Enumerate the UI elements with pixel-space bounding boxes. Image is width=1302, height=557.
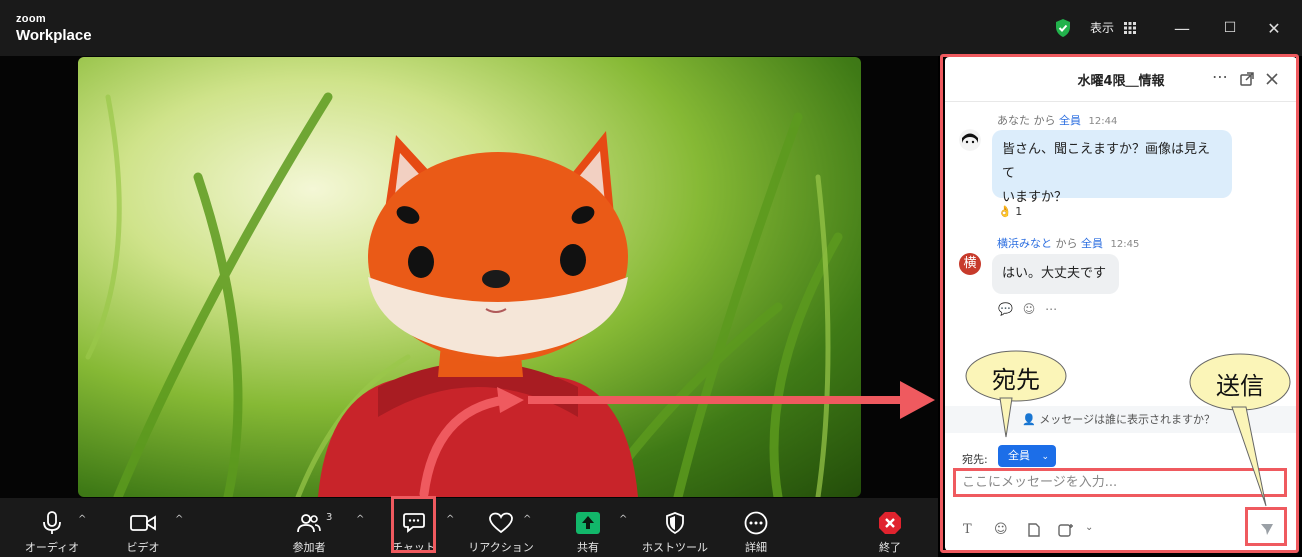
end-meeting-button[interactable]: 終了 <box>855 510 925 555</box>
recipient-dropdown[interactable]: 全員 ⌄ <box>998 445 1056 467</box>
message-1-bubble[interactable]: 皆さん、聞こえますか？画像は見えて いますか？ <box>992 130 1232 205</box>
chat-panel: 水曜4限＿情報 ⋯ あなた から 全員 12:44 皆さん、聞こえますか？画像は… <box>945 57 1297 551</box>
message-1-meta: あなた から 全員 12:44 <box>997 112 1117 128</box>
close-window-button[interactable]: ✕ <box>1262 16 1286 40</box>
to-label: 宛先: <box>962 453 988 466</box>
screenshot-icon[interactable] <box>1058 523 1074 537</box>
message-2-bubble[interactable]: はい。大丈夫です <box>992 254 1119 294</box>
maximize-button[interactable]: ☐ <box>1218 16 1242 40</box>
host-shield-icon <box>662 510 688 536</box>
reply-icon[interactable]: 💬 <box>998 302 1013 316</box>
participants-label: 参加者 <box>292 541 326 554</box>
recipient-callout: 宛先 <box>992 366 1040 394</box>
zoom-logo: zoom Workplace <box>16 13 92 44</box>
more-options-icon <box>743 510 769 536</box>
file-icon[interactable] <box>1028 523 1040 537</box>
share-screen-icon <box>575 510 601 536</box>
recipient-value: 全員 <box>1008 449 1030 462</box>
audio-button[interactable]: オーディオ <box>17 510 87 555</box>
audio-label: オーディオ <box>24 541 80 554</box>
end-close-icon <box>877 510 903 536</box>
yokohama-avatar: 横 <box>959 253 981 275</box>
participants-icon <box>296 510 322 536</box>
reactions-label: リアクション <box>468 541 534 554</box>
participants-count: 3 <box>326 512 333 523</box>
heart-icon <box>488 510 514 536</box>
message-1-line-1: 皆さん、聞こえますか？画像は見えて <box>1002 142 1211 181</box>
message-1-reaction[interactable]: 👌 1 <box>998 205 1022 218</box>
chevron-down-icon: ⌄ <box>1041 452 1050 462</box>
self-avatar <box>959 129 981 151</box>
avatar-video-frame <box>85 92 843 497</box>
more-button[interactable]: 詳細 <box>721 510 791 555</box>
message-2-actions: 💬 ☺ ⋯ <box>998 302 1057 316</box>
encryption-shield-icon[interactable] <box>1054 18 1072 38</box>
emoji-icon[interactable]: ☺ <box>994 522 1008 537</box>
add-reaction-icon[interactable]: ☺ <box>1023 302 1036 316</box>
message-input[interactable]: ここにメッセージを入力... <box>953 468 1287 497</box>
header-divider <box>945 101 1297 102</box>
share-options-chevron-icon[interactable]: ^ <box>619 514 627 525</box>
chat-button-highlight <box>391 496 436 553</box>
message-1-recipient[interactable]: 全員 <box>1059 114 1081 127</box>
video-button[interactable]: ビデオ <box>108 510 178 555</box>
participant-video[interactable] <box>78 57 861 497</box>
send-highlight-box <box>1245 507 1287 546</box>
chat-options-chevron-icon[interactable]: ^ <box>446 514 454 525</box>
more-label: 詳細 <box>745 541 767 554</box>
video-options-chevron-icon[interactable]: ^ <box>175 514 183 525</box>
text-format-icon[interactable]: T <box>963 522 972 537</box>
message-2-time: 12:45 <box>1110 239 1140 250</box>
grid-view-icon[interactable] <box>1124 22 1136 34</box>
close-chat-icon[interactable] <box>1266 73 1278 85</box>
visibility-text: メッセージは誰に表示されますか？ <box>1039 413 1215 426</box>
share-label: 共有 <box>577 541 599 554</box>
message-2-from: から <box>1055 237 1078 250</box>
send-callout: 送信 <box>1216 372 1264 400</box>
participants-button[interactable]: 参加者 <box>274 510 344 555</box>
video-label: ビデオ <box>126 541 160 554</box>
message-visibility-link[interactable]: 👤 メッセージは誰に表示されますか？ <box>945 406 1297 433</box>
message-1-line-2: いますか？ <box>1002 190 1068 205</box>
message-1-sender: あなた <box>997 114 1030 127</box>
visibility-person-icon: 👤 <box>1022 413 1036 426</box>
ok-hand-emoji: 👌 <box>998 205 1012 218</box>
message-1-from: から <box>1033 114 1056 127</box>
reaction-count: 1 <box>1015 205 1023 218</box>
logo-large-text: Workplace <box>16 27 92 44</box>
message-2-meta: 横浜みなと から 全員 12:45 <box>997 235 1139 251</box>
microphone-icon <box>39 510 65 536</box>
message-2-sender[interactable]: 横浜みなと <box>997 237 1052 250</box>
message-input-placeholder: ここにメッセージを入力... <box>962 475 1118 490</box>
minimize-button[interactable]: — <box>1170 16 1194 40</box>
chat-more-icon[interactable]: ⋯ <box>1212 67 1228 86</box>
more-tools-chevron-icon[interactable]: ⌄ <box>1085 522 1093 533</box>
message-1-time: 12:44 <box>1088 116 1118 127</box>
share-button[interactable]: 共有 <box>553 510 623 555</box>
pop-out-icon[interactable] <box>1240 72 1254 86</box>
logo-small-text: zoom <box>16 13 46 25</box>
reactions-options-chevron-icon[interactable]: ^ <box>523 514 531 525</box>
audio-options-chevron-icon[interactable]: ^ <box>78 514 86 525</box>
participants-options-chevron-icon[interactable]: ^ <box>356 514 364 525</box>
title-bar: zoom Workplace <box>0 0 938 56</box>
view-menu-label[interactable]: 表示 <box>1090 19 1114 36</box>
end-label: 終了 <box>879 541 901 554</box>
message-2-recipient[interactable]: 全員 <box>1081 237 1103 250</box>
message-more-icon[interactable]: ⋯ <box>1045 302 1057 316</box>
title-bar-right <box>938 0 1302 56</box>
host-tools-label: ホストツール <box>642 541 708 554</box>
host-tools-button[interactable]: ホストツール <box>640 510 710 555</box>
video-camera-icon <box>130 510 156 536</box>
